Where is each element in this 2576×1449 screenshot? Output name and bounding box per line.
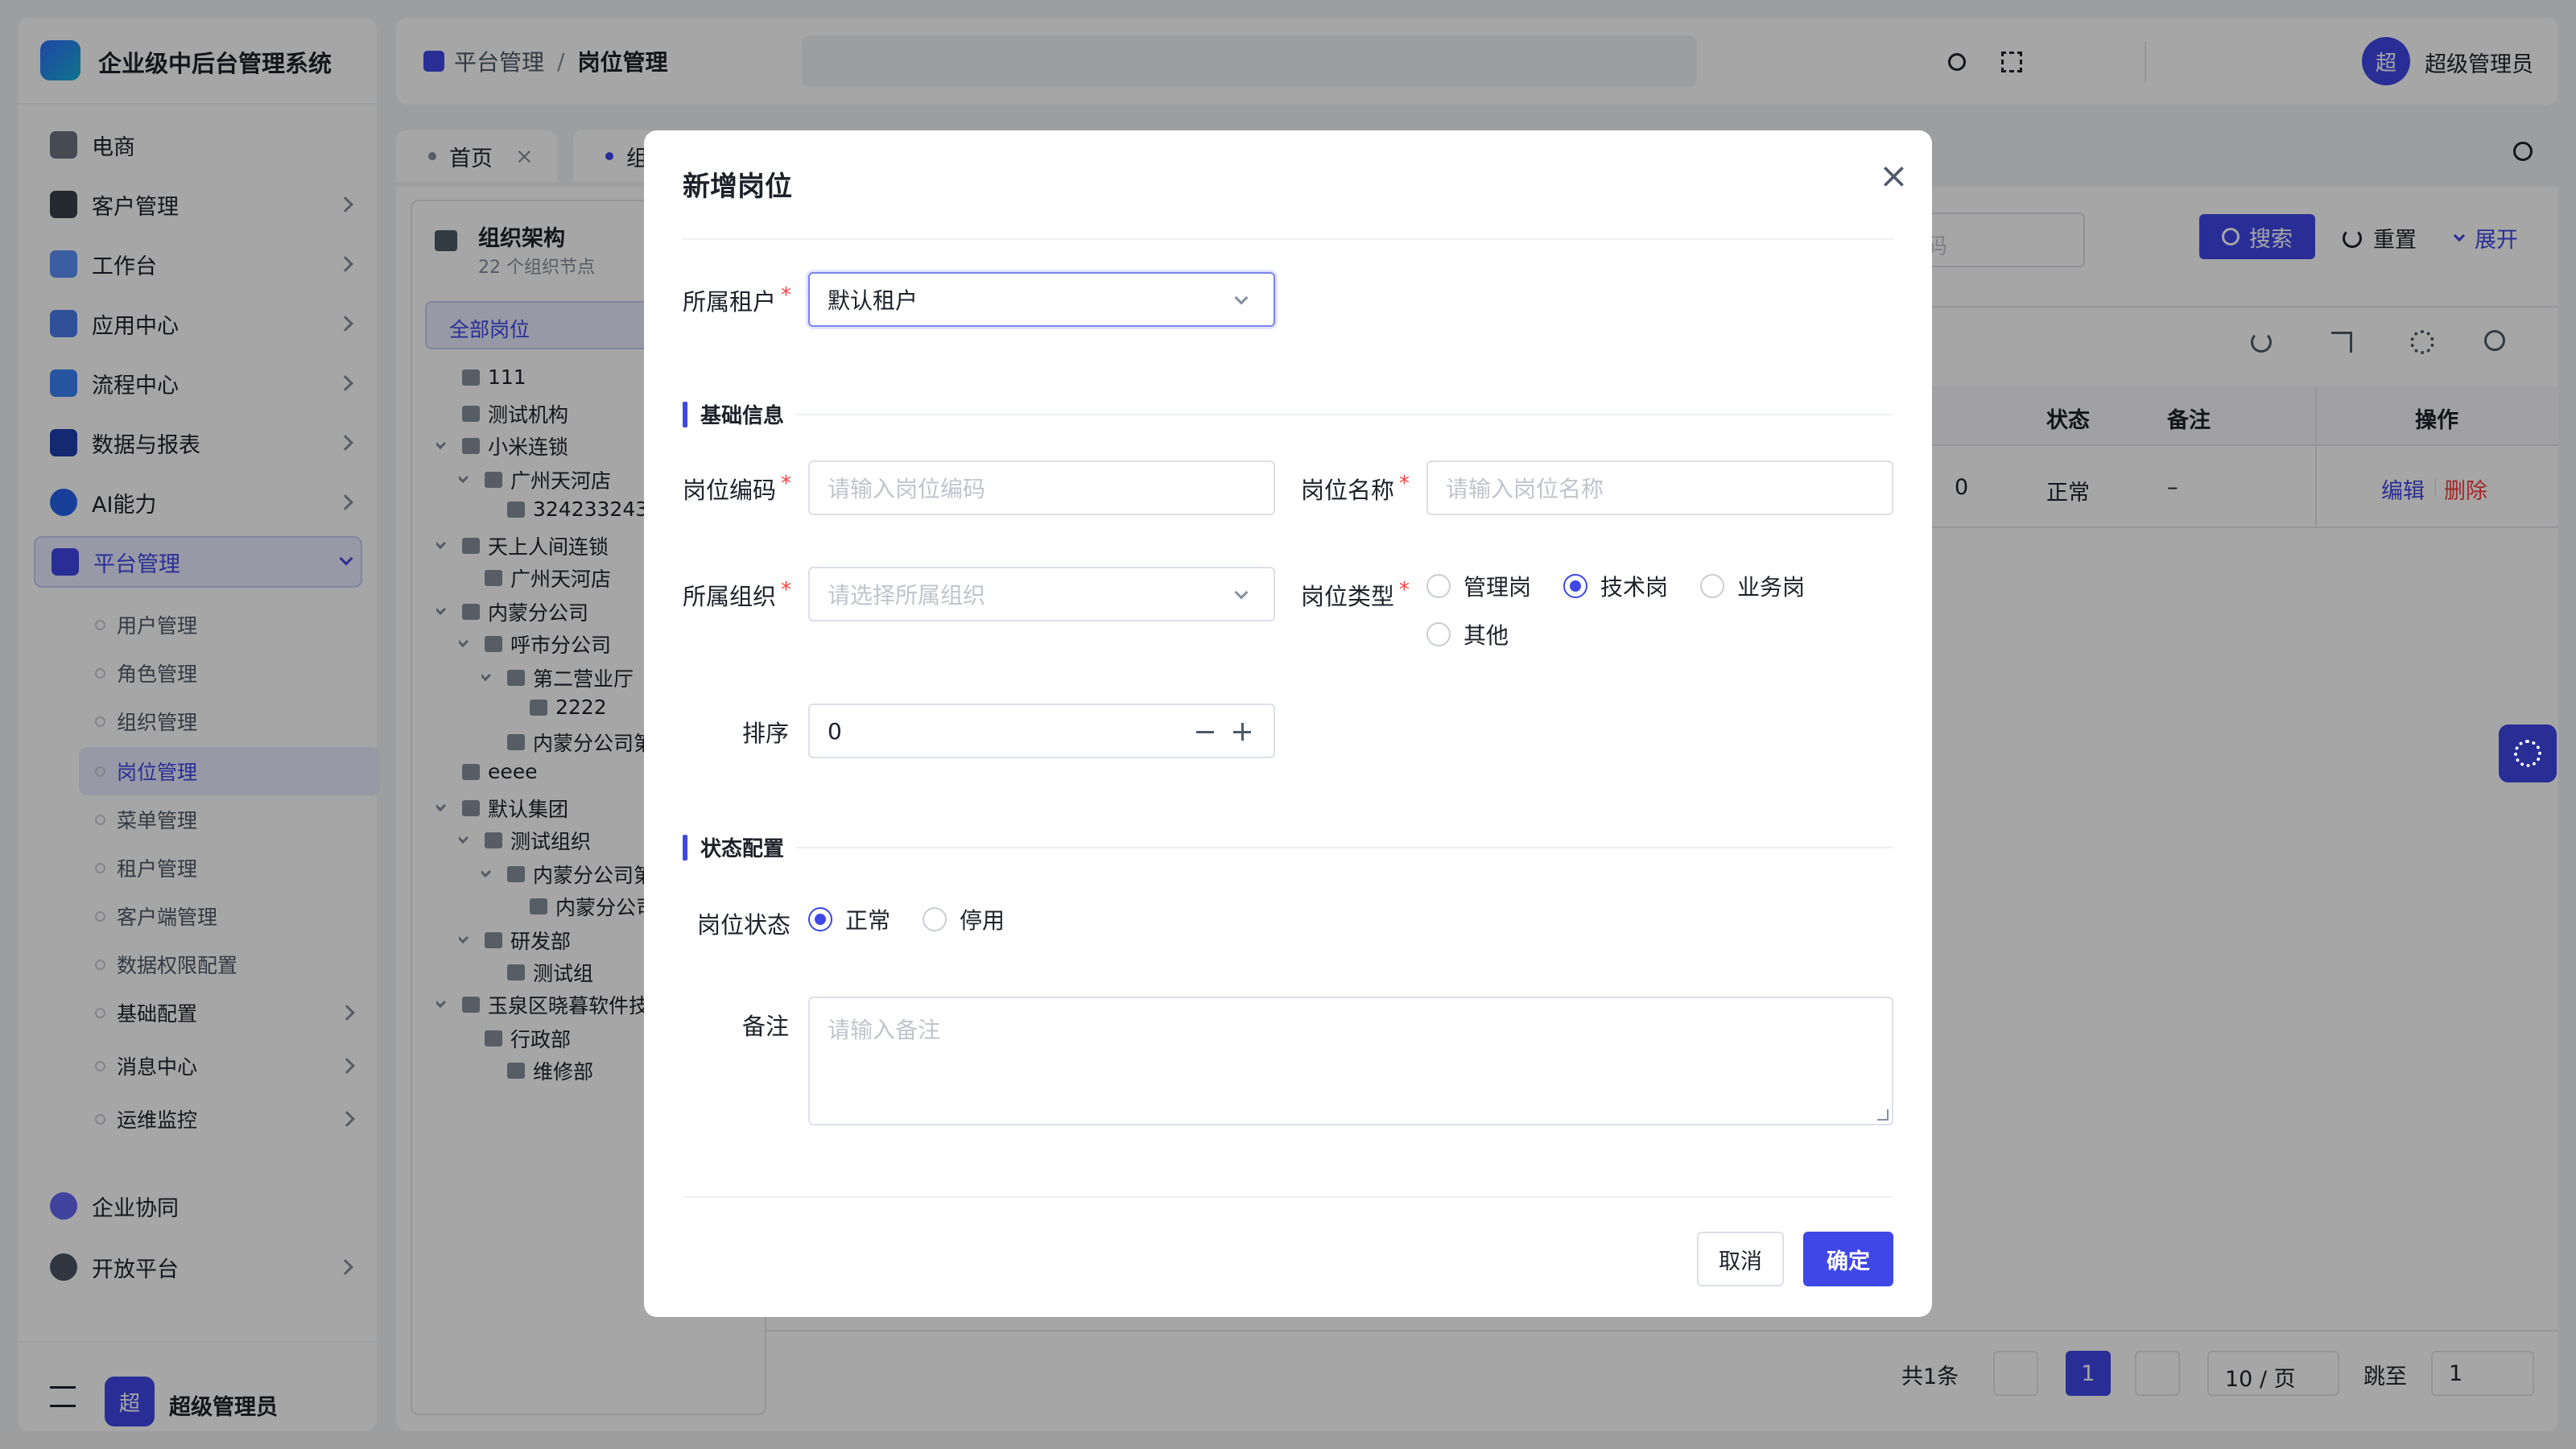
section-status-config: 状态配置 [683, 832, 784, 862]
radio-button-selected [1563, 574, 1587, 598]
type-option-other[interactable]: 其他 [1426, 618, 1509, 650]
radio-button [923, 907, 947, 931]
confirm-button[interactable]: 确定 [1803, 1232, 1893, 1286]
org-select[interactable]: 请选择所属组织 [808, 567, 1275, 621]
radio-button [1700, 574, 1724, 598]
org-label: 所属组织 * [683, 578, 791, 612]
resize-handle-icon[interactable] [1877, 1109, 1889, 1121]
type-option-business[interactable]: 业务岗 [1700, 570, 1805, 602]
section-basic-label: 基础信息 [700, 404, 785, 428]
radio-label: 其他 [1463, 622, 1509, 649]
sort-label: 排序 [742, 720, 790, 747]
dialog-title: 新增岗位 [683, 171, 792, 203]
radio-label: 停用 [960, 907, 1005, 934]
section-line [795, 414, 1893, 415]
radio-label: 业务岗 [1737, 574, 1806, 601]
cancel-button[interactable]: 取消 [1697, 1232, 1784, 1286]
required-mark: * [1399, 578, 1410, 602]
dialog-header-divider [683, 238, 1893, 240]
tenant-label: 所属租户 * [683, 283, 791, 317]
type-label: 岗位类型 * [1301, 578, 1410, 612]
dialog-footer-divider [683, 1196, 1893, 1198]
status-option-disabled[interactable]: 停用 [923, 903, 1005, 935]
add-position-dialog: 新增岗位 × 所属租户 * 默认租户 基础信息 岗位编码 * 请输入岗位编码 岗位名… [644, 130, 1932, 1317]
org-placeholder: 请选择所属组织 [828, 582, 986, 609]
required-mark: * [781, 472, 792, 496]
close-icon[interactable]: × [1879, 159, 1909, 194]
code-placeholder: 请输入岗位编码 [828, 476, 986, 502]
radio-label: 正常 [845, 907, 891, 934]
decrement-icon[interactable] [1196, 731, 1214, 733]
name-label: 岗位名称 * [1301, 472, 1410, 506]
sort-stepper[interactable]: 0 [808, 704, 1275, 758]
sort-value: 0 [828, 717, 842, 745]
increment-icon[interactable] [1233, 723, 1251, 741]
chevron-down-icon [1234, 291, 1249, 305]
remark-textarea[interactable]: 请输入备注 [808, 997, 1893, 1125]
status-option-normal[interactable]: 正常 [808, 903, 890, 935]
type-option-management[interactable]: 管理岗 [1426, 570, 1531, 602]
required-mark: * [1399, 472, 1410, 496]
code-input[interactable]: 请输入岗位编码 [808, 460, 1275, 515]
chevron-down-icon [1234, 585, 1249, 600]
type-option-technical[interactable]: 技术岗 [1563, 570, 1668, 602]
type-label-text: 岗位类型 [1301, 583, 1395, 610]
code-label-text: 岗位编码 [683, 477, 777, 504]
radio-label: 技术岗 [1600, 574, 1669, 601]
name-input[interactable]: 请输入岗位名称 [1426, 460, 1893, 515]
floating-settings-icon [2514, 740, 2541, 767]
required-mark: * [781, 283, 792, 308]
code-label: 岗位编码 * [683, 472, 791, 506]
name-placeholder: 请输入岗位名称 [1446, 476, 1604, 502]
radio-label: 管理岗 [1463, 574, 1532, 601]
status-label: 岗位状态 [697, 911, 791, 939]
required-mark: * [781, 578, 792, 602]
remark-placeholder: 请输入备注 [828, 1017, 941, 1043]
org-label-text: 所属组织 [683, 583, 777, 610]
radio-button [1426, 574, 1451, 598]
remark-label: 备注 [742, 1013, 790, 1040]
section-line [795, 847, 1893, 848]
tenant-select-value: 默认租户 [828, 287, 919, 314]
tenant-label-text: 所属租户 [683, 288, 777, 316]
section-status-label: 状态配置 [700, 837, 785, 861]
radio-button-selected [808, 907, 832, 931]
section-basic-info: 基础信息 [683, 399, 784, 429]
name-label-text: 岗位名称 [1301, 477, 1395, 504]
tenant-select[interactable]: 默认租户 [808, 272, 1275, 327]
radio-button [1426, 622, 1451, 646]
